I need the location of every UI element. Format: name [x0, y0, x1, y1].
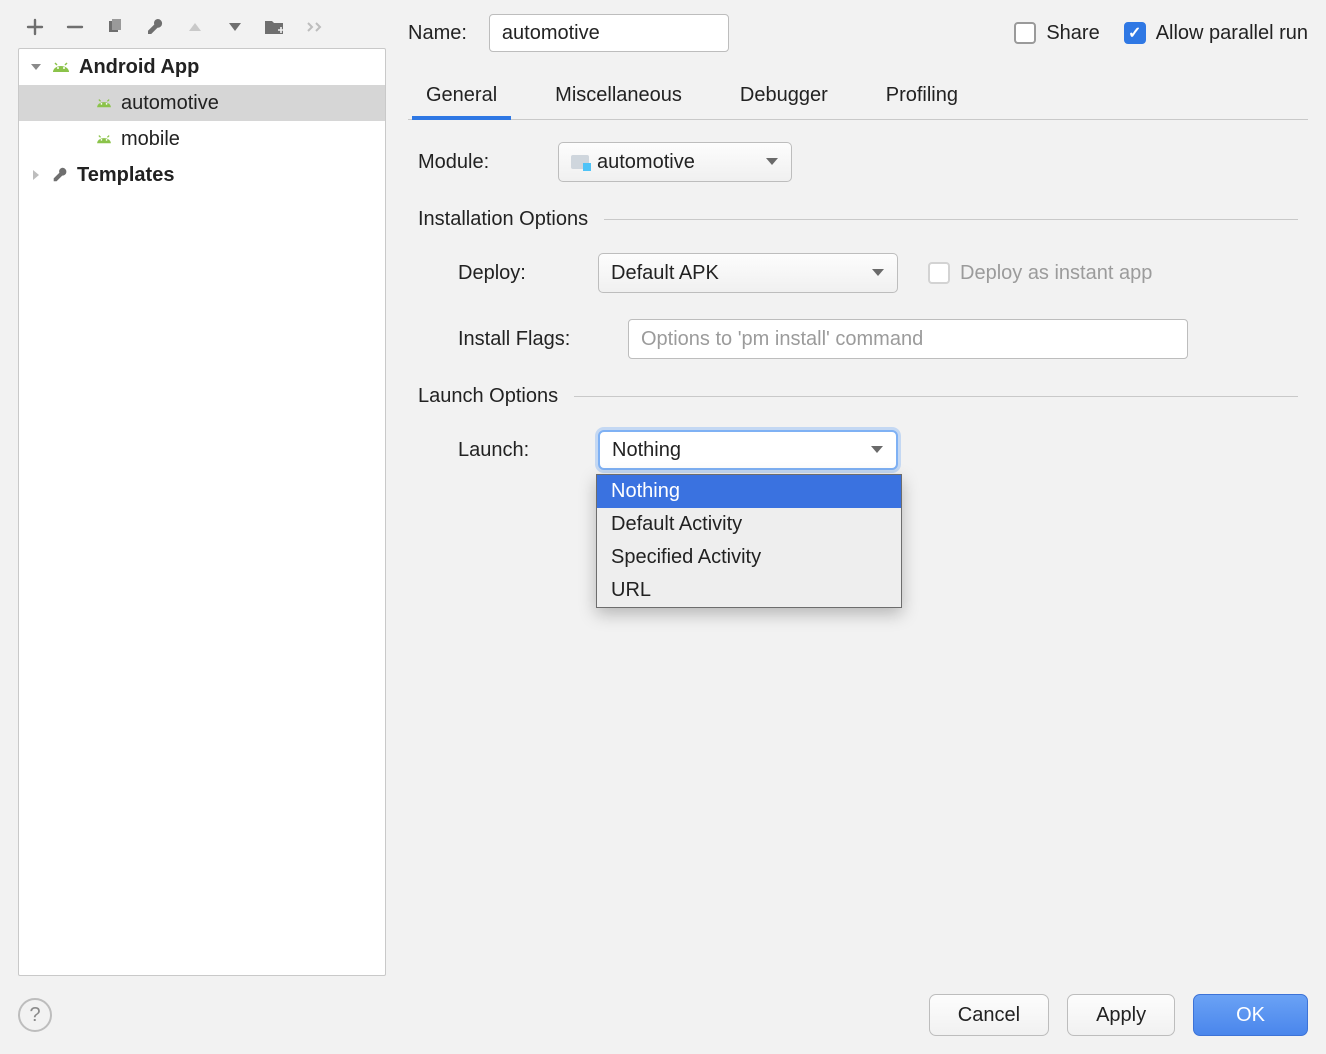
tree-label: Templates: [77, 164, 174, 187]
tabs: General Miscellaneous Debugger Profiling: [408, 76, 1308, 120]
chevron-right-icon: [29, 168, 43, 182]
move-down-icon[interactable]: [224, 16, 246, 38]
tree-label: mobile: [121, 128, 180, 151]
checkbox-checked-icon[interactable]: ✓: [1124, 22, 1146, 44]
more-icon[interactable]: [304, 16, 326, 38]
wrench-icon[interactable]: [144, 16, 166, 38]
checkbox-disabled-icon: [928, 262, 950, 284]
move-up-icon[interactable]: [184, 16, 206, 38]
config-tree[interactable]: Android App automotive mobile: [18, 48, 386, 976]
launch-label: Launch:: [458, 439, 598, 462]
tree-node-mobile[interactable]: mobile: [19, 121, 385, 157]
chevron-down-icon: [29, 60, 43, 74]
config-toolbar: [18, 14, 386, 48]
install-flags-label: Install Flags:: [458, 328, 628, 351]
allow-parallel-checkbox-row[interactable]: ✓ Allow parallel run: [1124, 22, 1308, 45]
module-select[interactable]: automotive: [558, 142, 792, 182]
folder-add-icon[interactable]: [264, 16, 286, 38]
launch-options-title: Launch Options: [418, 385, 558, 408]
android-icon: [95, 97, 113, 109]
module-label: Module:: [418, 151, 558, 174]
tree-label: Android App: [79, 56, 199, 79]
deploy-instant-label: Deploy as instant app: [960, 262, 1152, 285]
installation-options-title: Installation Options: [418, 208, 588, 231]
share-checkbox-row[interactable]: Share: [1014, 22, 1099, 45]
deploy-select[interactable]: Default APK: [598, 253, 898, 293]
deploy-label: Deploy:: [458, 262, 598, 285]
deploy-instant-row: Deploy as instant app: [928, 262, 1152, 285]
module-value: automotive: [597, 151, 695, 174]
copy-icon[interactable]: [104, 16, 126, 38]
divider: [574, 396, 1298, 397]
android-icon: [95, 133, 113, 145]
deploy-value: Default APK: [611, 262, 719, 285]
launch-option-url[interactable]: URL: [597, 574, 901, 607]
module-folder-icon: [571, 155, 589, 169]
chevron-down-icon: [765, 157, 779, 167]
launch-value: Nothing: [612, 439, 681, 462]
wrench-icon: [51, 166, 69, 184]
allow-parallel-label: Allow parallel run: [1156, 22, 1308, 45]
tab-general[interactable]: General: [418, 76, 505, 119]
install-flags-input[interactable]: [628, 319, 1188, 359]
tab-miscellaneous[interactable]: Miscellaneous: [547, 76, 690, 119]
help-button[interactable]: ?: [18, 998, 52, 1032]
launch-option-default-activity[interactable]: Default Activity: [597, 508, 901, 541]
tree-node-android-app[interactable]: Android App: [19, 49, 385, 85]
chevron-down-icon: [871, 268, 885, 278]
divider: [604, 219, 1298, 220]
share-label: Share: [1046, 22, 1099, 45]
name-label: Name:: [408, 22, 467, 45]
remove-icon[interactable]: [64, 16, 86, 38]
apply-button[interactable]: Apply: [1067, 994, 1175, 1036]
tree-node-templates[interactable]: Templates: [19, 157, 385, 193]
chevron-down-icon: [870, 445, 884, 455]
add-icon[interactable]: [24, 16, 46, 38]
launch-select[interactable]: Nothing: [598, 430, 898, 470]
cancel-button[interactable]: Cancel: [929, 994, 1049, 1036]
launch-option-specified-activity[interactable]: Specified Activity: [597, 541, 901, 574]
checkbox-icon[interactable]: [1014, 22, 1036, 44]
tree-label: automotive: [121, 92, 219, 115]
tree-node-automotive[interactable]: automotive: [19, 85, 385, 121]
android-icon: [51, 60, 71, 74]
launch-option-nothing[interactable]: Nothing: [597, 475, 901, 508]
launch-dropdown-popup: Nothing Default Activity Specified Activ…: [596, 474, 902, 608]
ok-button[interactable]: OK: [1193, 994, 1308, 1036]
tab-profiling[interactable]: Profiling: [878, 76, 966, 119]
tab-debugger[interactable]: Debugger: [732, 76, 836, 119]
name-input[interactable]: [489, 14, 729, 52]
